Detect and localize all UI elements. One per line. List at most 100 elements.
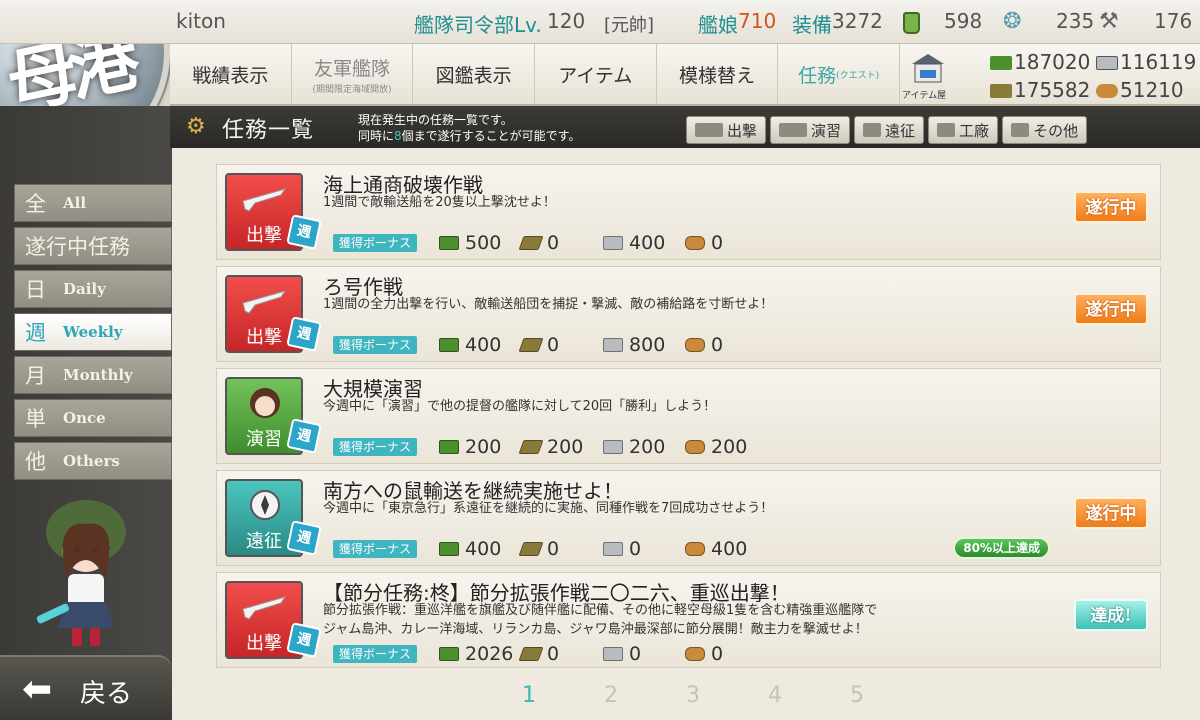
nav-items[interactable]: アイテム	[535, 44, 657, 104]
nav-furniture[interactable]: 模様替え	[657, 44, 779, 104]
fuel-icon	[439, 440, 460, 454]
quest-row[interactable]: 出撃 週 ろ号作戦 1週間の全力出撃を行い、敵輸送船団を捕捉・撃滅、敵の補給路を…	[216, 266, 1161, 362]
back-label: 戻る	[80, 679, 133, 709]
quest-list-header: ⚙ 任務一覧 現在発生中の任務一覧です。 同時に8個まで遂行することが可能です。…	[170, 106, 1200, 148]
quest-status-completed[interactable]: 達成!	[1074, 599, 1148, 631]
quest-description: 今週中に「演習」で他の提督の艦隊に対して20回「勝利」しよう！	[323, 397, 716, 416]
filter-expedition[interactable]: 遠征	[854, 116, 925, 144]
fuel-icon	[990, 56, 1012, 70]
gear-icon: ⚙	[186, 114, 206, 139]
quest-row[interactable]: 出撃 週 【節分任務:柊】節分拡張作戦二〇二六、重巡出撃！ 節分拡張作戦：重巡洋…	[216, 572, 1161, 668]
sidebar-item-daily[interactable]: 日 Daily	[14, 270, 172, 308]
ships-count: 710	[738, 9, 777, 33]
reward-value: 200	[465, 436, 502, 458]
ammo-icon	[518, 542, 544, 556]
steel-icon	[603, 338, 624, 352]
instant-construction-icon: ❂	[1003, 9, 1022, 34]
ammo-resource: 175582	[990, 78, 1090, 102]
back-arrow-icon: ⬅	[22, 669, 53, 710]
sidebar-item-once[interactable]: 単 Once	[14, 399, 172, 437]
weekly-badge: 週	[286, 622, 322, 658]
reward-value: 400	[465, 334, 502, 356]
nav-battle-record[interactable]: 戦績表示	[170, 44, 292, 104]
sidebar-kanji: 月	[25, 364, 46, 388]
sidebar-kanji: 日	[25, 278, 46, 302]
quest-row[interactable]: 演習 週 大規模演習 今週中に「演習」で他の提督の艦隊に対して20回「勝利」しよ…	[216, 368, 1161, 464]
quest-status-ongoing[interactable]: 遂行中	[1074, 497, 1148, 529]
reward-value: 400	[711, 538, 748, 560]
reward-bauxite: 400	[685, 538, 767, 560]
quest-filter-tabs: 出撃 演習 遠征 工廠 その他	[686, 116, 1088, 144]
ships-label: 艦娘	[698, 13, 738, 37]
header-desc-part: 同時に	[358, 129, 395, 143]
quest-status-ongoing[interactable]: 遂行中	[1074, 191, 1148, 223]
fuel-resource: 187020	[990, 50, 1090, 74]
filter-exercise[interactable]: 演習	[770, 116, 851, 144]
item-shop-button[interactable]: アイテム屋	[900, 44, 984, 106]
bauxite-icon	[685, 338, 706, 352]
plane-icon	[242, 290, 287, 314]
quest-status-ongoing[interactable]: 遂行中	[1074, 293, 1148, 325]
filter-label: 工廠	[959, 121, 990, 140]
filter-sortie[interactable]: 出撃	[686, 116, 767, 144]
page-3[interactable]: 3	[672, 683, 754, 708]
fuel-icon	[439, 338, 460, 352]
sidebar-kanji: 全	[25, 192, 46, 216]
plane-icon	[242, 188, 287, 212]
filter-arsenal[interactable]: 工廠	[928, 116, 999, 144]
page-title: 任務一覧	[222, 118, 315, 143]
status-bar: kiton 艦隊司令部Lv. 120 [元帥] 艦娘 710 装備 3272 5…	[0, 0, 1200, 44]
max-concurrent-count: 8	[394, 129, 402, 143]
sidebar-item-all[interactable]: 全 All	[14, 184, 172, 222]
sidebar-item-others[interactable]: 他 Others	[14, 442, 172, 480]
reward-value: 0	[547, 643, 560, 665]
pagination: 1 2 3 4 5	[508, 683, 918, 708]
bauxite-icon	[685, 236, 706, 250]
bonus-tag: 獲得ボーナス	[333, 234, 418, 252]
plane-icon	[242, 596, 287, 620]
reward-ammo: 0	[518, 538, 603, 560]
nav-encyclopedia[interactable]: 図鑑表示	[413, 44, 535, 104]
filter-label: 出撃	[727, 121, 758, 140]
sidebar-item-ongoing[interactable]: 遂行中任務	[14, 227, 172, 265]
page-1[interactable]: 1	[508, 683, 590, 708]
reward-bauxite: 0	[685, 334, 767, 356]
reward-steel: 800	[603, 334, 685, 356]
desc-line: 1週間の全力出撃を行い、敵輸送船団を捕捉・撃滅、敵の補給路を寸断せよ！	[323, 297, 774, 312]
back-button[interactable]: ⬅ 戻る	[0, 655, 172, 720]
nav-quests[interactable]: 任務 (クエスト)	[778, 44, 900, 104]
reward-fuel: 200	[439, 436, 521, 458]
header-description-2: 同時に8個まで遂行することが可能です。	[358, 127, 580, 144]
steel-icon	[603, 647, 624, 661]
sidebar-label: Once	[63, 409, 106, 427]
nav-friend-fleet[interactable]: 友軍艦隊 (期間限定海域開放)	[292, 44, 414, 104]
filter-other[interactable]: その他	[1002, 116, 1088, 144]
steel-icon	[1096, 56, 1118, 70]
nav-label: 図鑑表示	[435, 64, 512, 87]
reward-ammo: 200	[518, 436, 603, 458]
quest-row[interactable]: 出撃 週 海上通商破壊作戦 1週間で敵輸送船を20隻以上撃沈せよ！ 獲得ボーナス…	[216, 164, 1161, 260]
ammo-icon	[518, 440, 544, 454]
sidebar-item-monthly[interactable]: 月 Monthly	[14, 356, 172, 394]
page-5[interactable]: 5	[836, 683, 918, 708]
equip-count: 3272	[832, 9, 883, 33]
steel-icon	[603, 440, 624, 454]
page-2[interactable]: 2	[590, 683, 672, 708]
fast-repair-count: 598	[944, 9, 983, 33]
sidebar-item-weekly[interactable]: 週 Weekly	[14, 313, 172, 351]
quest-row[interactable]: 遠征 週 南方への鼠輸送を継続実施せよ！ 今週中に「東京急行」系遠征を継続的に実…	[216, 470, 1161, 566]
steel-icon	[603, 542, 624, 556]
sidebar-label: All	[63, 194, 87, 212]
sidebar-label: Weekly	[63, 323, 123, 341]
weekly-badge: 週	[286, 316, 322, 352]
filter-label: 遠征	[885, 121, 916, 140]
reward-steel: 400	[603, 232, 685, 254]
filter-label: 演習	[811, 121, 842, 140]
quest-description: 1週間で敵輸送船を20隻以上撃沈せよ！	[323, 193, 556, 212]
compass-icon	[250, 490, 280, 520]
reward-ammo: 0	[518, 232, 603, 254]
ammo-value: 175582	[1014, 78, 1091, 102]
page-4[interactable]: 4	[754, 683, 836, 708]
bonus-tag: 獲得ボーナス	[333, 438, 418, 456]
hammer-icon: ⚒	[1099, 9, 1119, 34]
